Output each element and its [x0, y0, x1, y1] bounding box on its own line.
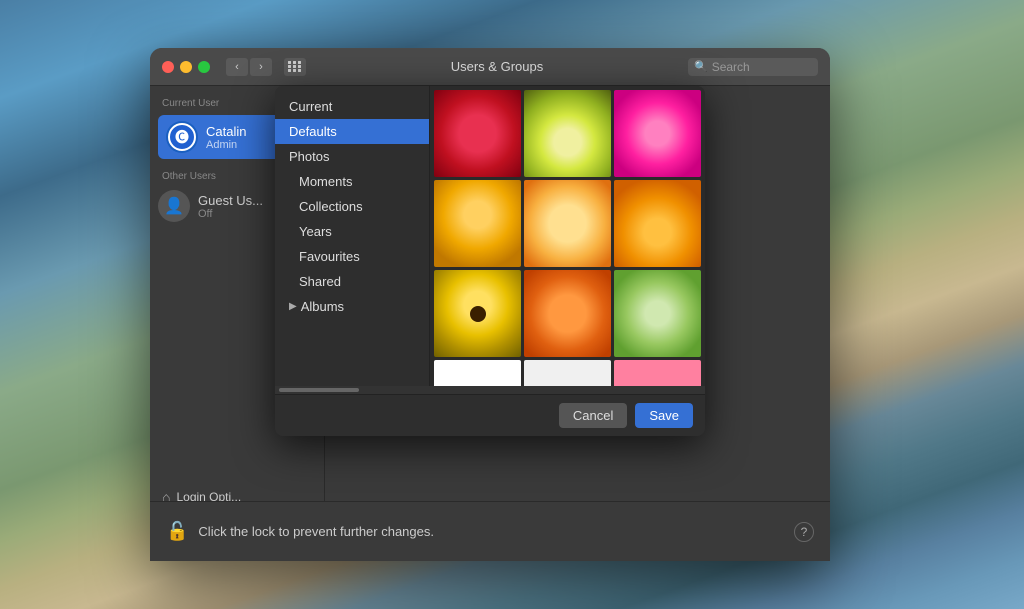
- search-placeholder: Search: [712, 60, 750, 74]
- photo-item-8[interactable]: [524, 270, 611, 357]
- back-button[interactable]: ‹: [226, 58, 248, 76]
- picker-albums-label: Albums: [301, 299, 344, 314]
- photo-item-1[interactable]: [434, 90, 521, 177]
- picker-current-label: Current: [289, 99, 332, 114]
- window-bottom-bar: 🔓 Click the lock to prevent further chan…: [150, 501, 830, 561]
- lock-text: Click the lock to prevent further change…: [198, 524, 784, 539]
- grid-view-button[interactable]: [284, 58, 306, 76]
- photo-item-12[interactable]: 💋: [614, 360, 701, 386]
- flower-center: [470, 306, 486, 322]
- photo-item-3[interactable]: [614, 90, 701, 177]
- picker-years-label: Years: [299, 224, 332, 239]
- search-bar[interactable]: 🔍 Search: [688, 58, 818, 76]
- picker-panel: Current Defaults Photos Moments Collecti…: [275, 86, 705, 436]
- picker-favourites-label: Favourites: [299, 249, 360, 264]
- window-title: Users & Groups: [314, 59, 680, 74]
- picker-top-area: Current Defaults Photos Moments Collecti…: [275, 86, 705, 386]
- maximize-button[interactable]: [198, 61, 210, 73]
- picker-collections-label: Collections: [299, 199, 363, 214]
- photo-item-9[interactable]: [614, 270, 701, 357]
- picker-sidebar: Current Defaults Photos Moments Collecti…: [275, 86, 430, 386]
- picker-item-years[interactable]: Years: [275, 219, 429, 244]
- picker-item-albums[interactable]: ▶ Albums: [275, 294, 429, 319]
- picker-item-photos[interactable]: Photos: [275, 144, 429, 169]
- picker-item-defaults[interactable]: Defaults: [275, 119, 429, 144]
- grid-icon: [288, 61, 302, 72]
- picker-item-collections[interactable]: Collections: [275, 194, 429, 219]
- photo-item-5[interactable]: [524, 180, 611, 267]
- search-icon: 🔍: [694, 60, 708, 73]
- picker-item-moments[interactable]: Moments: [275, 169, 429, 194]
- traffic-lights: [162, 61, 210, 73]
- picker-shared-label: Shared: [299, 274, 341, 289]
- titlebar: ‹ › Users & Groups 🔍 Search: [150, 48, 830, 86]
- picker-buttons: Cancel Save: [275, 394, 705, 436]
- minimize-button[interactable]: [180, 61, 192, 73]
- photo-item-6[interactable]: [614, 180, 701, 267]
- forward-button[interactable]: ›: [250, 58, 272, 76]
- picker-item-current[interactable]: Current: [275, 94, 429, 119]
- close-button[interactable]: [162, 61, 174, 73]
- picker-moments-label: Moments: [299, 174, 352, 189]
- picker-item-favourites[interactable]: Favourites: [275, 244, 429, 269]
- save-button[interactable]: Save: [635, 403, 693, 428]
- picker-defaults-label: Defaults: [289, 124, 337, 139]
- photo-item-4[interactable]: [434, 180, 521, 267]
- photo-item-10[interactable]: 🍪: [434, 360, 521, 386]
- cancel-button[interactable]: Cancel: [559, 403, 627, 428]
- photo-item-2[interactable]: [524, 90, 611, 177]
- picker-scroll-thumb: [279, 388, 359, 392]
- nav-buttons: ‹ ›: [226, 58, 272, 76]
- picker-grid-area[interactable]: 🍪 💋 𝓜: [430, 86, 705, 386]
- picker-overlay: Current Defaults Photos Moments Collecti…: [150, 86, 830, 436]
- picker-photos-label: Photos: [289, 149, 329, 164]
- picker-scrollbar[interactable]: [275, 386, 705, 394]
- picker-item-shared[interactable]: Shared: [275, 269, 429, 294]
- photo-item-7[interactable]: [434, 270, 521, 357]
- expand-arrow-icon: ▶: [289, 301, 297, 312]
- photo-item-11[interactable]: [524, 360, 611, 386]
- lock-icon[interactable]: 🔓: [166, 521, 188, 542]
- help-button[interactable]: ?: [794, 522, 814, 542]
- yin-yang-icon: [550, 386, 586, 387]
- photo-grid: 🍪 💋 𝓜: [434, 90, 701, 386]
